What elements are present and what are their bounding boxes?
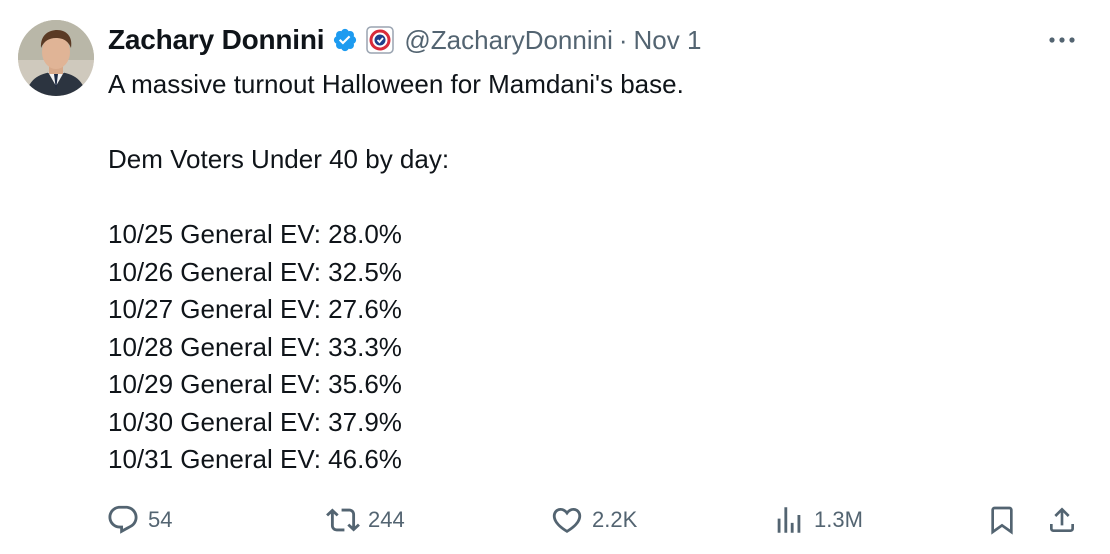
repost-count: 244 bbox=[368, 507, 405, 532]
tweet-line: 10/31 General EV: 46.6% bbox=[108, 444, 402, 474]
tweet-line: 10/29 General EV: 35.6% bbox=[108, 369, 402, 399]
share-icon bbox=[1046, 504, 1078, 536]
repost-button[interactable]: 244 bbox=[326, 500, 405, 540]
repost-icon bbox=[326, 503, 360, 537]
author-name[interactable]: Zachary Donnini bbox=[108, 24, 325, 56]
tweet-headline: A massive turnout Halloween for Mamdani'… bbox=[108, 69, 684, 99]
share-button[interactable] bbox=[1046, 500, 1078, 540]
reply-icon bbox=[106, 503, 140, 537]
tweet-header: Zachary Donnini @ZacharyDonnini · Nov 1 bbox=[108, 20, 701, 60]
like-button[interactable]: 2.2K bbox=[550, 500, 637, 540]
tweet-line: 10/30 General EV: 37.9% bbox=[108, 406, 402, 437]
tweet-line: 10/28 General EV: 33.3% bbox=[108, 331, 402, 362]
action-bar: 54 244 2.2K 1.3M bbox=[106, 500, 1086, 540]
avatar[interactable] bbox=[18, 20, 94, 96]
affiliation-badge-icon[interactable] bbox=[366, 26, 395, 54]
verified-badge-icon[interactable] bbox=[332, 27, 358, 53]
bookmark-icon bbox=[986, 504, 1018, 536]
tweet-line: 10/27 General EV: 27.6% bbox=[108, 294, 402, 324]
like-count: 2.2K bbox=[592, 507, 638, 532]
tweet-subheading: Dem Voters Under 40 by day: bbox=[108, 144, 450, 174]
author-handle[interactable]: @ZacharyDonnini bbox=[404, 25, 612, 56]
more-options-icon[interactable] bbox=[1042, 24, 1082, 56]
views-icon bbox=[772, 503, 806, 537]
heart-icon bbox=[550, 503, 584, 537]
views-count: 1.3M bbox=[814, 507, 863, 532]
bookmark-button[interactable] bbox=[986, 500, 1018, 540]
reply-button[interactable]: 54 bbox=[106, 500, 172, 540]
views-button[interactable]: 1.3M bbox=[772, 500, 863, 540]
separator-dot: · bbox=[618, 24, 628, 55]
tweet-card[interactable]: Zachary Donnini @ZacharyDonnini · Nov 1 bbox=[0, 0, 1110, 554]
reply-count: 54 bbox=[148, 507, 173, 532]
post-date[interactable]: Nov 1 bbox=[634, 25, 702, 56]
tweet-line: 10/26 General EV: 32.5% bbox=[108, 256, 402, 287]
tweet-text: A massive turnout Halloween for Mamdani'… bbox=[108, 66, 1068, 479]
tweet-line: 10/25 General EV: 28.0% bbox=[108, 219, 402, 249]
